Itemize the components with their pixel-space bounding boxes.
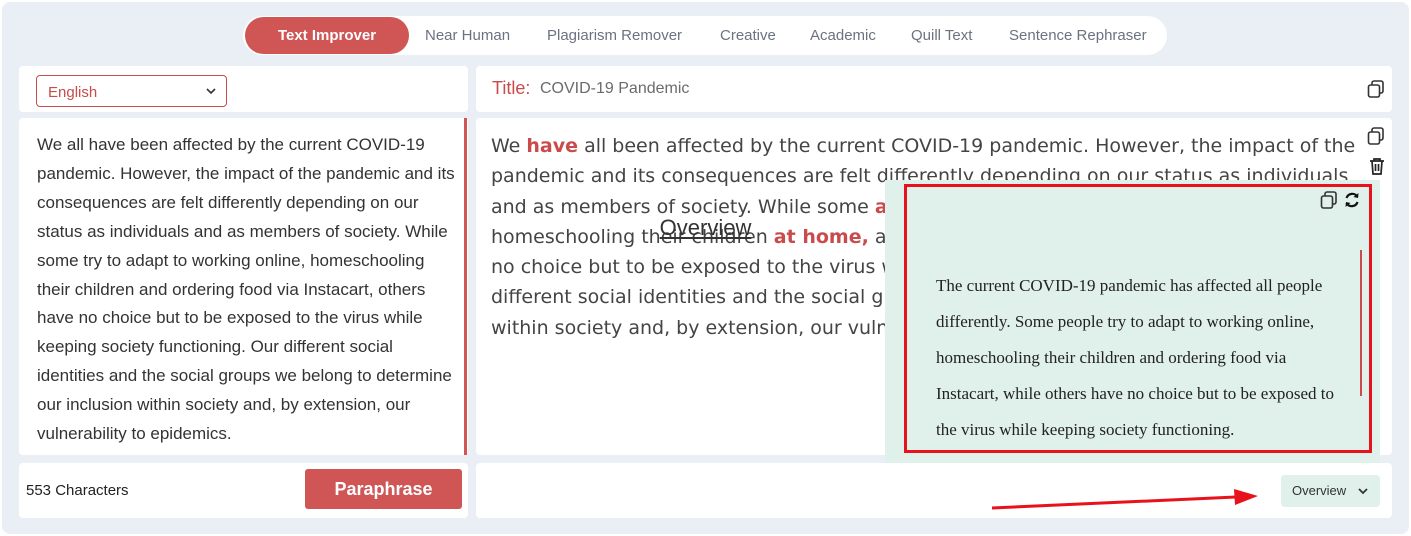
copy-overview-icon[interactable] xyxy=(1319,190,1339,210)
language-select[interactable]: English xyxy=(36,75,227,107)
tab-academic[interactable]: Academic xyxy=(810,16,876,55)
tab-near-human[interactable]: Near Human xyxy=(425,16,510,55)
chevron-down-icon xyxy=(1358,488,1368,495)
overview-button-label: Overview xyxy=(1292,483,1347,498)
trash-icon[interactable] xyxy=(1367,156,1387,176)
tab-text-improver[interactable]: Text Improver xyxy=(245,17,409,54)
refresh-icon[interactable] xyxy=(1342,190,1362,210)
tab-creative[interactable]: Creative xyxy=(720,16,776,55)
overview-scrollbar[interactable] xyxy=(1360,250,1362,396)
input-textarea[interactable]: We all have been affected by the current… xyxy=(37,131,455,449)
title-label: Title: xyxy=(492,78,531,98)
changed-phrase[interactable]: have xyxy=(526,135,578,157)
mode-tabs: Text Improver Near Human Plagiarism Remo… xyxy=(243,16,1167,55)
character-count: 553 Characters xyxy=(26,482,129,499)
language-value: English xyxy=(48,84,98,101)
output-phrase: We xyxy=(491,135,527,157)
tab-quill-text[interactable]: Quill Text xyxy=(911,16,972,55)
input-scroll-indicator xyxy=(464,118,467,455)
copy-output-icon[interactable] xyxy=(1366,126,1386,146)
copy-title-icon[interactable] xyxy=(1366,79,1386,99)
overview-text: The current COVID-19 pandemic has affect… xyxy=(936,276,1334,439)
title-input[interactable]: COVID-19 Pandemic xyxy=(540,80,689,98)
tab-plagiarism-remover[interactable]: Plagiarism Remover xyxy=(547,16,682,55)
tab-sentence-rephraser[interactable]: Sentence Rephraser xyxy=(1009,16,1147,55)
overview-dropdown-button[interactable]: Overview xyxy=(1281,475,1380,507)
chevron-down-icon xyxy=(206,88,216,95)
output-footer xyxy=(476,463,1392,518)
overview-heading: Overview xyxy=(659,215,752,240)
paraphrase-button[interactable]: Paraphrase xyxy=(305,469,462,509)
